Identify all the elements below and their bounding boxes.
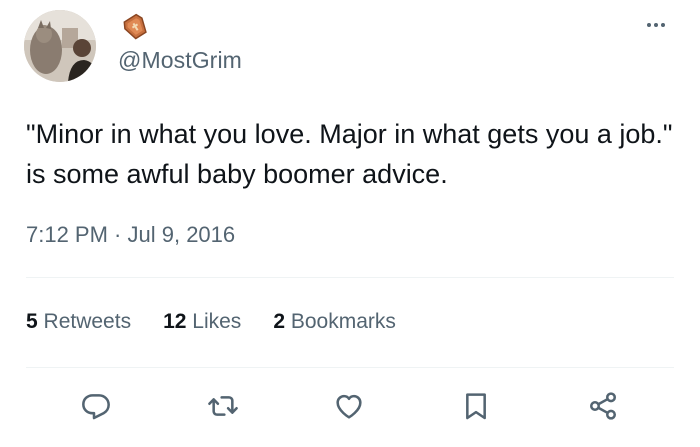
more-dot-icon xyxy=(661,23,665,27)
timestamp-separator: · xyxy=(107,222,128,247)
reply-icon xyxy=(82,394,110,420)
retweets-stat[interactable]: 5 Retweets xyxy=(26,310,131,334)
likes-label: Likes xyxy=(192,310,242,333)
retweets-count: 5 xyxy=(26,310,38,333)
retweet-icon xyxy=(208,396,238,416)
tweet-date[interactable]: Jul 9, 2016 xyxy=(128,222,236,247)
reply-button[interactable] xyxy=(76,386,116,426)
share-icon xyxy=(590,392,616,420)
coffin-icon xyxy=(118,11,152,41)
likes-stat[interactable]: 12 Likes xyxy=(163,310,241,334)
action-bar xyxy=(0,386,700,426)
share-button[interactable] xyxy=(583,386,623,426)
tweet-timestamp[interactable]: 7:12 PM · Jul 9, 2016 xyxy=(26,222,235,248)
avatar-photo xyxy=(24,10,96,82)
like-button[interactable] xyxy=(329,386,369,426)
bookmarks-stat[interactable]: 2 Bookmarks xyxy=(273,310,396,334)
likes-count: 12 xyxy=(163,310,187,333)
engagement-stats: 5 Retweets 12 Likes 2 Bookmarks xyxy=(26,310,428,334)
user-handle[interactable]: @MostGrim xyxy=(118,47,242,74)
tweet-card: @MostGrim "Minor in what you love. Major… xyxy=(0,0,700,447)
retweets-label: Retweets xyxy=(43,310,132,333)
bookmarks-count: 2 xyxy=(273,310,285,333)
tweet-text: "Minor in what you love. Major in what g… xyxy=(26,119,680,189)
bookmarks-label: Bookmarks xyxy=(290,310,396,333)
more-dot-icon xyxy=(647,23,651,27)
like-icon xyxy=(336,394,362,419)
more-options-button[interactable] xyxy=(636,14,676,36)
retweet-button[interactable] xyxy=(203,386,243,426)
more-dot-icon xyxy=(654,23,658,27)
tweet-time[interactable]: 7:12 PM xyxy=(26,222,108,247)
bookmark-button[interactable] xyxy=(456,386,496,426)
avatar[interactable] xyxy=(24,10,96,82)
divider xyxy=(26,277,674,278)
divider xyxy=(26,367,674,368)
bookmark-icon xyxy=(466,393,486,420)
